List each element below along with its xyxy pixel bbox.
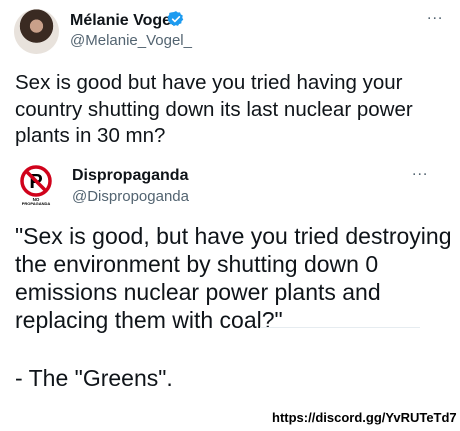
svg-text:PROPAGANDA: PROPAGANDA	[22, 201, 51, 205]
author-name[interactable]: Mélanie Vogel	[70, 12, 176, 30]
quoted-author-avatar[interactable]: P NO PROPAGANDA	[16, 165, 56, 205]
watermark-link[interactable]: https://discord.gg/YvRUTeTd7	[272, 410, 457, 425]
quoted-tweet-text: "Sex is good, but have you tried destroy…	[15, 223, 452, 333]
author-handle[interactable]: @Melanie_Vogel_	[70, 32, 192, 49]
quoted-author-handle[interactable]: @Dispropoganda	[72, 188, 189, 205]
quoted-tweet-signature: - The "Greens".	[15, 365, 173, 391]
divider	[260, 327, 420, 328]
verified-badge-icon	[167, 11, 184, 27]
tweet-text: Sex is good but have you tried having yo…	[15, 71, 413, 147]
more-options-icon[interactable]: ...	[427, 6, 443, 24]
author-avatar[interactable]	[14, 9, 59, 54]
quoted-author-name[interactable]: Dispropaganda	[72, 167, 188, 185]
quoted-more-options-icon[interactable]: ...	[412, 162, 428, 180]
